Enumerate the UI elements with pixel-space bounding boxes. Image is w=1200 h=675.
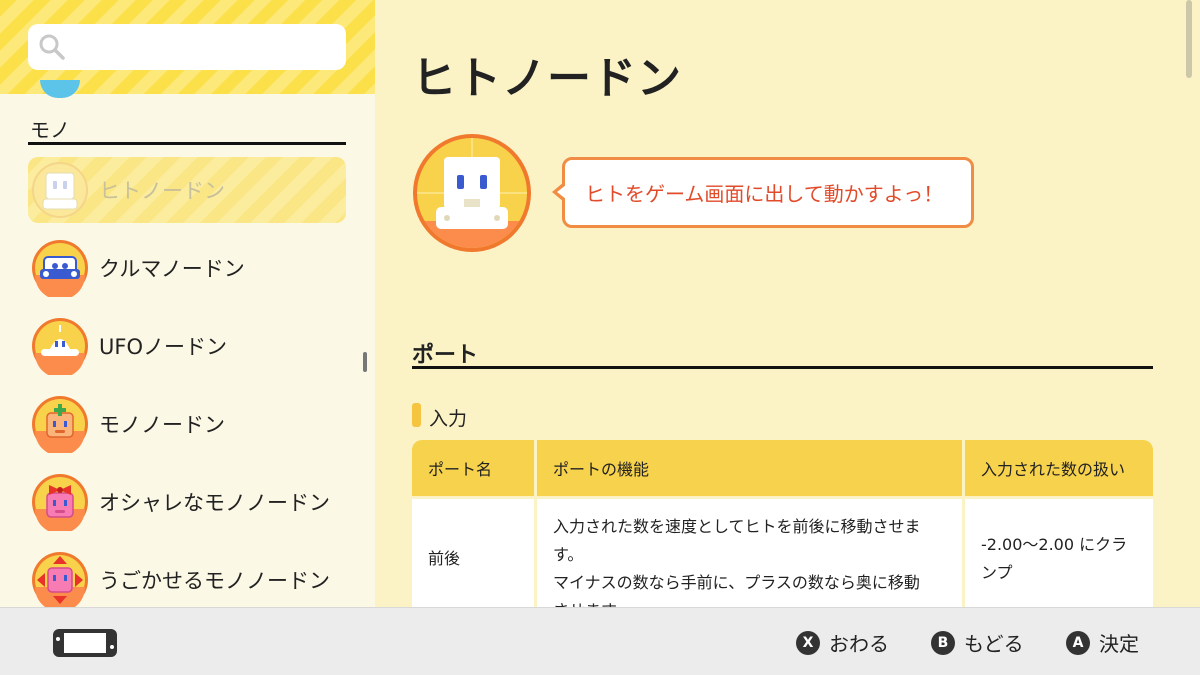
mono-nodon-icon [32,396,88,453]
sidebar-item-hito-nodon[interactable]: ヒトノードン [28,157,346,223]
previous-item-avatar [40,80,80,98]
sidebar-item-label: ヒトノードン [99,179,225,203]
port-section-divider [412,366,1153,369]
input-marker [412,403,421,427]
ugokaseru-mono-nodon-icon [32,552,88,607]
hint-label: 決定 [1099,632,1139,656]
hint-quit[interactable]: X おわる [796,628,889,657]
handling-line: -2.00〜2.00 にクラ [981,535,1128,554]
ufo-nodon-icon [32,318,88,375]
sidebar-item-label: うごかせるモノノードン [99,569,330,593]
a-button-icon: A [1066,630,1090,655]
detail-panel: ヒトノードン ヒトをゲーム画面に出して動かすよっ！ ポート 入力 ポート名 ポー… [375,0,1200,607]
page-title: ヒトノードン [412,53,682,104]
sidebar-item-label: モノノードン [99,413,225,437]
search-icon [39,34,65,60]
column-header-input-handling: 入力された数の扱い [965,440,1153,496]
oshare-mono-nodon-icon [32,474,88,531]
handling-line: ンプ [981,563,1013,582]
kuruma-nodon-icon [32,240,88,297]
b-button-icon: B [931,630,955,655]
table-row: 前後 入力された数を速度としてヒトを前後に移動させま す。 マイナスの数なら手前… [412,499,1153,607]
cell-port-name: 前後 [412,499,534,607]
sidebar-item-label: オシャレなモノノードン [99,491,330,515]
hint-confirm[interactable]: A 決定 [1066,628,1139,657]
hint-label: おわる [829,632,889,656]
console-handheld-icon [53,629,117,657]
sidebar-item-label: UFOノードン [99,335,227,359]
column-header-port-function: ポートの機能 [537,440,962,496]
port-table: ポート名 ポートの機能 入力された数の扱い 前後 入力された数を速度としてヒトを… [412,440,1153,607]
cell-input-handling: -2.00〜2.00 にクラ ンプ [965,499,1153,607]
port-table-header: ポート名 ポートの機能 入力された数の扱い [412,440,1153,496]
speech-bubble-tail-fill [557,185,566,199]
sidebar-scrollbar[interactable] [363,352,367,372]
port-section-heading: ポート [412,343,479,368]
sidebar-item-kuruma-nodon[interactable]: クルマノードン [28,235,346,301]
section-label: モノ [30,118,70,142]
function-line: させます。 [553,597,946,607]
section-divider [28,142,346,145]
speech-bubble: ヒトをゲーム画面に出して動かすよっ！ [562,157,974,228]
hint-back[interactable]: B もどる [931,628,1024,657]
hint-label: もどる [964,632,1024,656]
function-line: 入力された数を速度としてヒトを前後に移動させま [553,517,921,536]
x-button-icon: X [796,630,820,655]
input-subheading: 入力 [429,408,468,430]
cell-port-function: 入力された数を速度としてヒトを前後に移動させま す。 マイナスの数なら手前に、プ… [537,499,962,607]
sidebar-item-label: クルマノードン [99,257,245,281]
hito-nodon-large-icon [413,134,531,252]
hito-nodon-icon [32,162,88,218]
sidebar-item-mono-nodon[interactable]: モノノードン [28,391,346,457]
column-header-port-name: ポート名 [412,440,534,496]
function-line: す。 [553,545,584,564]
sidebar-item-ugokaseru-mono-nodon[interactable]: うごかせるモノノードン [28,547,346,607]
sidebar-item-oshare-mono-nodon[interactable]: オシャレなモノノードン [28,469,346,535]
detail-scrollbar[interactable] [1186,0,1192,78]
function-line: マイナスの数なら手前に、プラスの数なら奥に移動 [553,573,920,592]
search-input[interactable] [28,24,346,70]
sidebar-item-ufo-nodon[interactable]: UFOノードン [28,313,346,379]
footer-bar: X おわる B もどる A 決定 [0,607,1200,675]
sidebar: モノ ヒトノードン クルマノードン UFOノードン モノノードン オシャレなモノ… [0,0,375,607]
